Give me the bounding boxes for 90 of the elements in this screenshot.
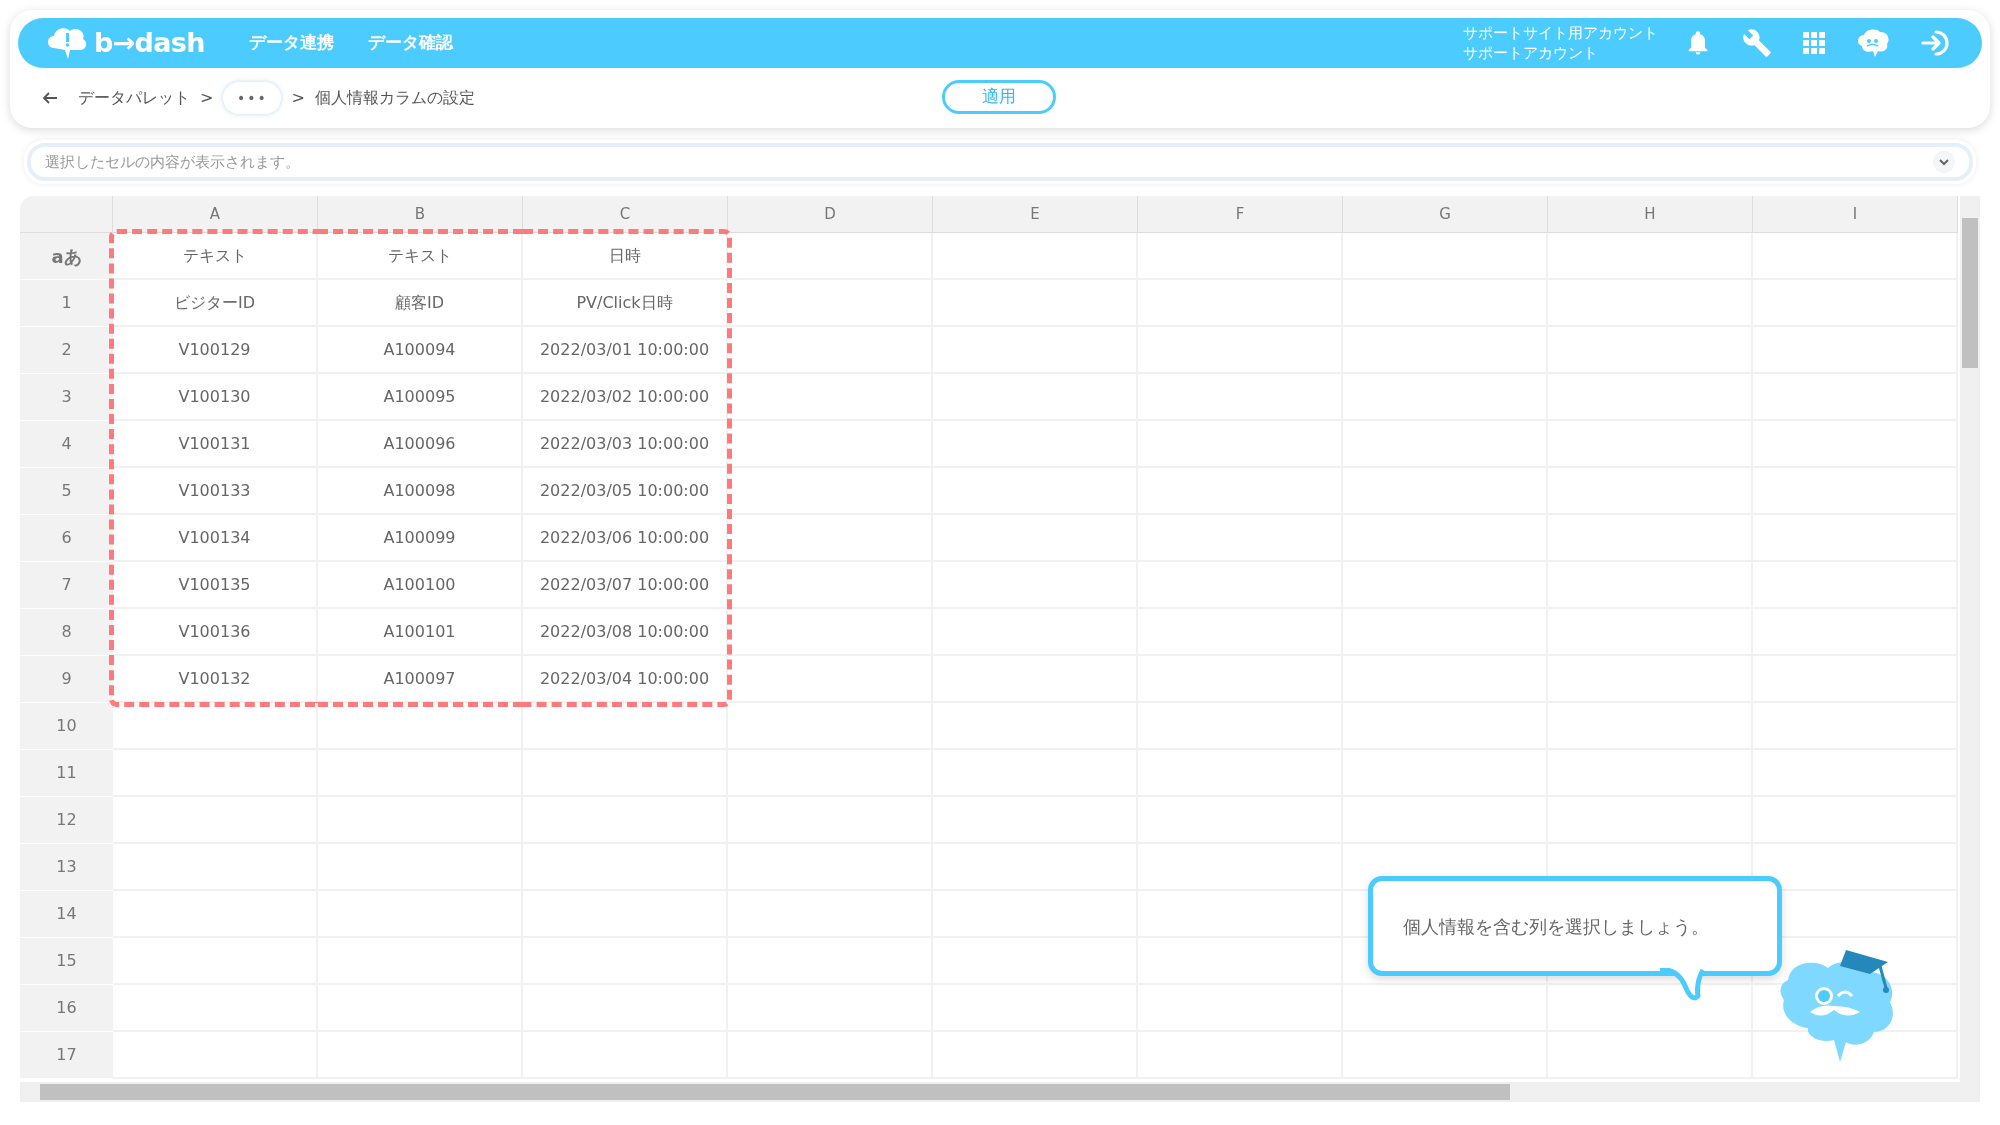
row-header[interactable]: 4: [20, 421, 113, 468]
account-name: サポートサイト用アカウント: [1463, 23, 1658, 43]
column-header[interactable]: F: [1138, 196, 1343, 233]
table-cell[interactable]: V100136: [113, 609, 318, 656]
empty-cell[interactable]: [1753, 233, 1958, 280]
row-header[interactable]: 8: [20, 609, 113, 656]
empty-cell[interactable]: [728, 327, 933, 374]
breadcrumb-link[interactable]: データパレット: [78, 86, 190, 110]
empty-cell[interactable]: [728, 609, 933, 656]
type-cell[interactable]: テキスト: [318, 233, 523, 280]
table-cell[interactable]: ビジターID: [113, 280, 318, 327]
table-cell[interactable]: V100132: [113, 656, 318, 703]
type-cell[interactable]: 日時: [523, 233, 728, 280]
logo-cloud-icon: [46, 26, 88, 60]
table-cell[interactable]: 2022/03/02 10:00:00: [523, 374, 728, 421]
empty-cell[interactable]: [1548, 233, 1753, 280]
table-cell[interactable]: A100094: [318, 327, 523, 374]
column-header[interactable]: B: [318, 196, 523, 233]
column-header[interactable]: I: [1753, 196, 1958, 233]
column-header[interactable]: D: [728, 196, 933, 233]
column-header[interactable]: E: [933, 196, 1138, 233]
row-header[interactable]: 1: [20, 280, 113, 327]
mascot-face-icon[interactable]: [1856, 28, 1890, 58]
type-row-header[interactable]: aあ: [20, 233, 113, 280]
empty-cell[interactable]: [1138, 233, 1343, 280]
table-cell[interactable]: A100098: [318, 468, 523, 515]
type-cell[interactable]: テキスト: [113, 233, 318, 280]
breadcrumb-separator: >: [291, 87, 305, 109]
chevron-down-icon[interactable]: [1933, 151, 1955, 173]
back-arrow-icon[interactable]: [42, 91, 58, 105]
row-header[interactable]: 7: [20, 562, 113, 609]
row-header[interactable]: 17: [20, 1032, 113, 1079]
table-cell[interactable]: A100101: [318, 609, 523, 656]
horizontal-scrollbar[interactable]: [20, 1082, 1960, 1102]
row-header[interactable]: 5: [20, 468, 113, 515]
vertical-scrollbar[interactable]: [1960, 196, 1980, 1102]
cell-content-field[interactable]: 選択したセルの内容が表示されます。: [45, 150, 1933, 174]
table-cell[interactable]: 2022/03/01 10:00:00: [523, 327, 728, 374]
table-cell[interactable]: V100131: [113, 421, 318, 468]
row-header[interactable]: 6: [20, 515, 113, 562]
scrollbar-thumb[interactable]: [40, 1084, 1510, 1100]
table-cell[interactable]: 2022/03/03 10:00:00: [523, 421, 728, 468]
speech-bubble-tooltip: 個人情報を含む列を選択しましょう。: [1368, 876, 1782, 976]
row-header[interactable]: 11: [20, 750, 113, 797]
empty-cell[interactable]: [1343, 233, 1548, 280]
table-cell[interactable]: 顧客ID: [318, 280, 523, 327]
table-cell[interactable]: V100133: [113, 468, 318, 515]
table-cell[interactable]: A100097: [318, 656, 523, 703]
empty-cell[interactable]: [728, 656, 933, 703]
account-name: サポートアカウント: [1463, 43, 1599, 63]
row-header[interactable]: 9: [20, 656, 113, 703]
table-cell[interactable]: A100099: [318, 515, 523, 562]
empty-cell[interactable]: [728, 280, 933, 327]
empty-cell[interactable]: [933, 233, 1138, 280]
table-cell[interactable]: A100096: [318, 421, 523, 468]
empty-cell[interactable]: [728, 703, 933, 750]
row-header[interactable]: 13: [20, 844, 113, 891]
row-header[interactable]: 16: [20, 985, 113, 1032]
table-cell[interactable]: PV/Click日時: [523, 280, 728, 327]
table-cell[interactable]: 2022/03/07 10:00:00: [523, 562, 728, 609]
table-cell[interactable]: 2022/03/06 10:00:00: [523, 515, 728, 562]
row-header[interactable]: 14: [20, 891, 113, 938]
table-cell[interactable]: V100135: [113, 562, 318, 609]
row-header[interactable]: 2: [20, 327, 113, 374]
scrollbar-thumb[interactable]: [1962, 218, 1978, 368]
column-header[interactable]: C: [523, 196, 728, 233]
formula-bar-field[interactable]: 選択したセルの内容が表示されます。: [27, 143, 1973, 181]
column-header[interactable]: A: [113, 196, 318, 233]
row-header[interactable]: 10: [20, 703, 113, 750]
table-cell[interactable]: V100134: [113, 515, 318, 562]
table-cell[interactable]: A100095: [318, 374, 523, 421]
wrench-icon[interactable]: [1742, 28, 1772, 58]
row-header[interactable]: 3: [20, 374, 113, 421]
table-cell[interactable]: V100130: [113, 374, 318, 421]
table-cell[interactable]: A100100: [318, 562, 523, 609]
table-cell[interactable]: V100129: [113, 327, 318, 374]
empty-cell[interactable]: [523, 703, 728, 750]
more-button[interactable]: •••: [223, 82, 282, 114]
row-header[interactable]: 12: [20, 797, 113, 844]
empty-cell[interactable]: [728, 233, 933, 280]
apps-grid-icon[interactable]: [1802, 31, 1826, 55]
table-cell[interactable]: 2022/03/08 10:00:00: [523, 609, 728, 656]
column-header[interactable]: H: [1548, 196, 1753, 233]
breadcrumb-link[interactable]: 個人情報カラムの設定: [314, 86, 475, 110]
corner-header[interactable]: [20, 196, 113, 233]
column-header[interactable]: G: [1343, 196, 1548, 233]
table-cell[interactable]: 2022/03/04 10:00:00: [523, 656, 728, 703]
breadcrumb-separator: >: [200, 87, 214, 109]
table-cell[interactable]: 2022/03/05 10:00:00: [523, 468, 728, 515]
row-header[interactable]: 15: [20, 938, 113, 985]
